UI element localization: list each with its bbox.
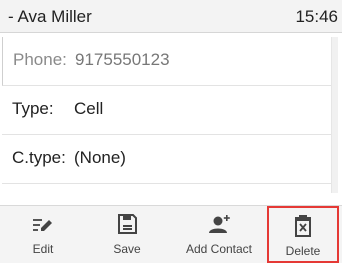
field-row-type[interactable]: Type: Cell — [2, 86, 332, 135]
softkey-bar: Edit Save Add Contact Delete — [0, 205, 342, 263]
contact-field-list: Phone: 9175550123 Type: Cell C.type: (No… — [2, 37, 332, 193]
add-contact-softkey[interactable]: Add Contact — [180, 206, 258, 263]
phone-value: 9175550123 — [75, 50, 170, 69]
save-softkey[interactable]: Save — [88, 206, 166, 263]
add-contact-label: Add Contact — [185, 242, 253, 256]
field-row-ctype[interactable]: C.type: (None) — [2, 135, 332, 184]
contact-detail-screen: - Ava Miller 15:46 Phone: 9175550123 Typ… — [0, 0, 342, 263]
ctype-label: C.type: — [12, 148, 66, 167]
contact-name: - Ava Miller — [8, 7, 92, 26]
edit-label: Edit — [32, 242, 54, 256]
delete-icon — [295, 215, 311, 237]
save-label: Save — [113, 242, 141, 256]
title-bar: - Ava Miller 15:46 — [0, 0, 342, 33]
type-label: Type: — [12, 99, 54, 118]
field-row-phone[interactable]: Phone: 9175550123 — [2, 37, 332, 86]
add-contact-icon — [209, 215, 230, 233]
ctype-value: (None) — [74, 148, 126, 167]
scrollbar[interactable] — [331, 37, 338, 193]
phone-label: Phone: — [13, 50, 67, 69]
clock-time: 15:46 — [295, 7, 338, 26]
edit-softkey[interactable]: Edit — [4, 206, 82, 263]
type-value: Cell — [74, 99, 104, 118]
save-icon — [118, 214, 137, 234]
delete-softkey[interactable]: Delete — [267, 206, 339, 263]
delete-label: Delete — [285, 244, 321, 258]
edit-icon — [33, 219, 52, 231]
